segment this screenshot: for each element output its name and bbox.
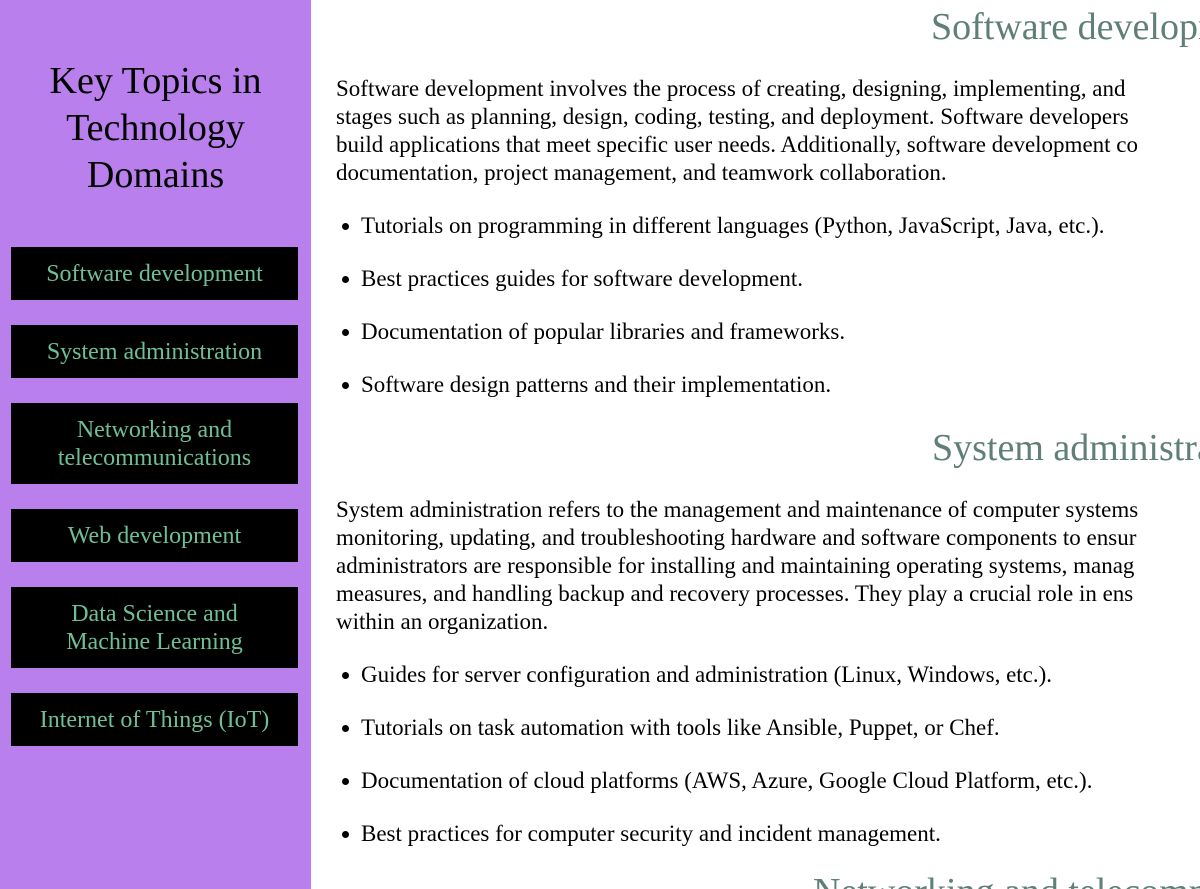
bullet-dot-icon <box>342 382 349 389</box>
paragraph-line: documentation, project management, and t… <box>336 160 947 185</box>
nav-item-system-administration[interactable]: System administration <box>11 325 298 378</box>
paragraph-line: stages such as planning, design, coding,… <box>336 104 1129 129</box>
section-heading-system-administration: System administration <box>932 427 1200 469</box>
bullet-dot-icon <box>342 831 349 838</box>
paragraph-line: build applications that meet specific us… <box>336 132 1139 157</box>
bullet-dot-icon <box>342 276 349 283</box>
list-item-text: Tutorials on task automation with tools … <box>361 715 1000 740</box>
list-item-text: Documentation of popular libraries and f… <box>361 319 846 344</box>
section-paragraph: System administration refers to the mana… <box>336 496 1200 636</box>
nav-item-label: Networking and <box>76 416 233 443</box>
section-paragraph: Software development involves the proces… <box>336 75 1200 187</box>
bullet-dot-icon <box>342 329 349 336</box>
paragraph-line: Software development involves the proces… <box>336 76 1126 101</box>
site-title: Key Topics in Technology Domains <box>0 58 311 199</box>
nav-item-software-development[interactable]: Software development <box>11 247 298 300</box>
main-content: Software development Software developmen… <box>311 0 1200 889</box>
nav-item-data-science[interactable]: Data Science and Machine Learning <box>11 587 298 668</box>
paragraph-line: monitoring, updating, and troubleshootin… <box>336 525 1137 550</box>
section-heading-networking: Networking and telecommunications <box>813 870 1200 889</box>
bullet-dot-icon <box>342 672 349 679</box>
list-item-text: Tutorials on programming in different la… <box>361 213 1105 238</box>
site-title-line: Domains <box>86 154 225 196</box>
nav-item-label: Internet of Things (IoT) <box>39 706 270 733</box>
site-title-line: Technology <box>66 107 245 149</box>
nav-item-web-development[interactable]: Web development <box>11 509 298 562</box>
paragraph-line: within an organization. <box>336 609 549 634</box>
nav-item-label: Software development <box>46 260 263 287</box>
list-item-text: Software design patterns and their imple… <box>361 372 832 397</box>
bullet-dot-icon <box>342 778 349 785</box>
list-item-text: Documentation of cloud platforms (AWS, A… <box>361 768 1093 793</box>
nav-item-label: Data Science and <box>71 600 238 627</box>
paragraph-line: measures, and handling backup and recove… <box>336 581 1134 606</box>
nav-item-iot[interactable]: Internet of Things (IoT) <box>11 693 298 746</box>
sidebar: Key Topics in Technology Domains Softwar… <box>0 0 311 889</box>
list-item-text: Best practices for computer security and… <box>361 821 941 846</box>
site-title-line: Key Topics in <box>49 60 262 102</box>
nav-item-label: Machine Learning <box>66 628 243 655</box>
nav-item-label: System administration <box>46 338 263 365</box>
paragraph-line: System administration refers to the mana… <box>336 497 1139 522</box>
bullet-dot-icon <box>342 725 349 732</box>
bullet-dot-icon <box>342 223 349 230</box>
list-item-text: Best practices guides for software devel… <box>361 266 803 291</box>
nav-item-label: Web development <box>67 522 242 549</box>
section-heading-software-development: Software development <box>931 6 1200 48</box>
list-item-text: Guides for server configuration and admi… <box>361 662 1053 687</box>
nav-item-label: telecommunications <box>57 444 252 471</box>
paragraph-line: administrators are responsible for insta… <box>336 553 1135 578</box>
nav-item-networking[interactable]: Networking and telecommunications <box>11 403 298 484</box>
